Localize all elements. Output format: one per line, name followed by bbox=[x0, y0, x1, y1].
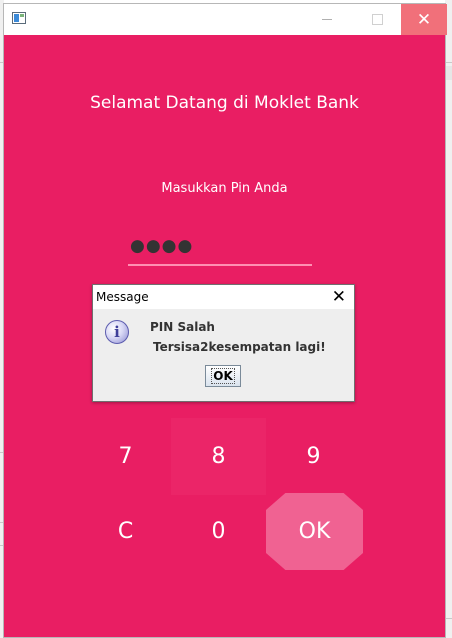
minimize-button[interactable] bbox=[304, 4, 350, 35]
close-button[interactable]: ✕ bbox=[401, 4, 447, 35]
pin-password-field[interactable]: ●●●● bbox=[128, 234, 312, 266]
keypad-0-button[interactable]: 0 bbox=[171, 493, 266, 570]
keypad-7-button[interactable]: 7 bbox=[78, 418, 173, 495]
background-divider bbox=[445, 618, 452, 619]
welcome-heading: Selamat Datang di Moklet Bank bbox=[90, 93, 359, 113]
minimize-icon bbox=[322, 19, 332, 20]
dialog-ok-button[interactable]: OK bbox=[205, 365, 241, 387]
dialog-ok-label: OK bbox=[211, 368, 235, 384]
message-dialog: Message ✕ i PIN Salah Tersisa2kesempatan… bbox=[92, 284, 355, 402]
pin-masked-value: ●●●● bbox=[130, 236, 194, 256]
close-icon: ✕ bbox=[416, 9, 432, 30]
maximize-button[interactable] bbox=[354, 4, 400, 35]
keypad-9-button[interactable]: 9 bbox=[266, 418, 361, 495]
dialog-message-title: PIN Salah bbox=[150, 320, 215, 334]
dialog-message-body: Tersisa2kesempatan lagi! bbox=[153, 340, 326, 354]
dialog-close-icon[interactable]: ✕ bbox=[332, 287, 346, 307]
background-tab bbox=[445, 66, 452, 80]
pin-prompt-label: Masukkan Pin Anda bbox=[161, 181, 288, 196]
java-app-icon[interactable] bbox=[12, 12, 26, 24]
keypad-8-button[interactable]: 8 bbox=[171, 418, 266, 495]
keypad-clear-button[interactable]: C bbox=[78, 493, 173, 570]
background-window-edge-right bbox=[445, 0, 452, 638]
dialog-title: Message bbox=[96, 290, 149, 304]
background-divider bbox=[445, 62, 452, 63]
info-icon: i bbox=[105, 320, 129, 344]
maximize-icon bbox=[371, 14, 383, 25]
keypad-ok-button[interactable]: OK bbox=[266, 493, 363, 570]
dialog-title-bar[interactable]: Message ✕ bbox=[93, 285, 354, 309]
title-bar[interactable]: ✕ bbox=[4, 4, 447, 35]
